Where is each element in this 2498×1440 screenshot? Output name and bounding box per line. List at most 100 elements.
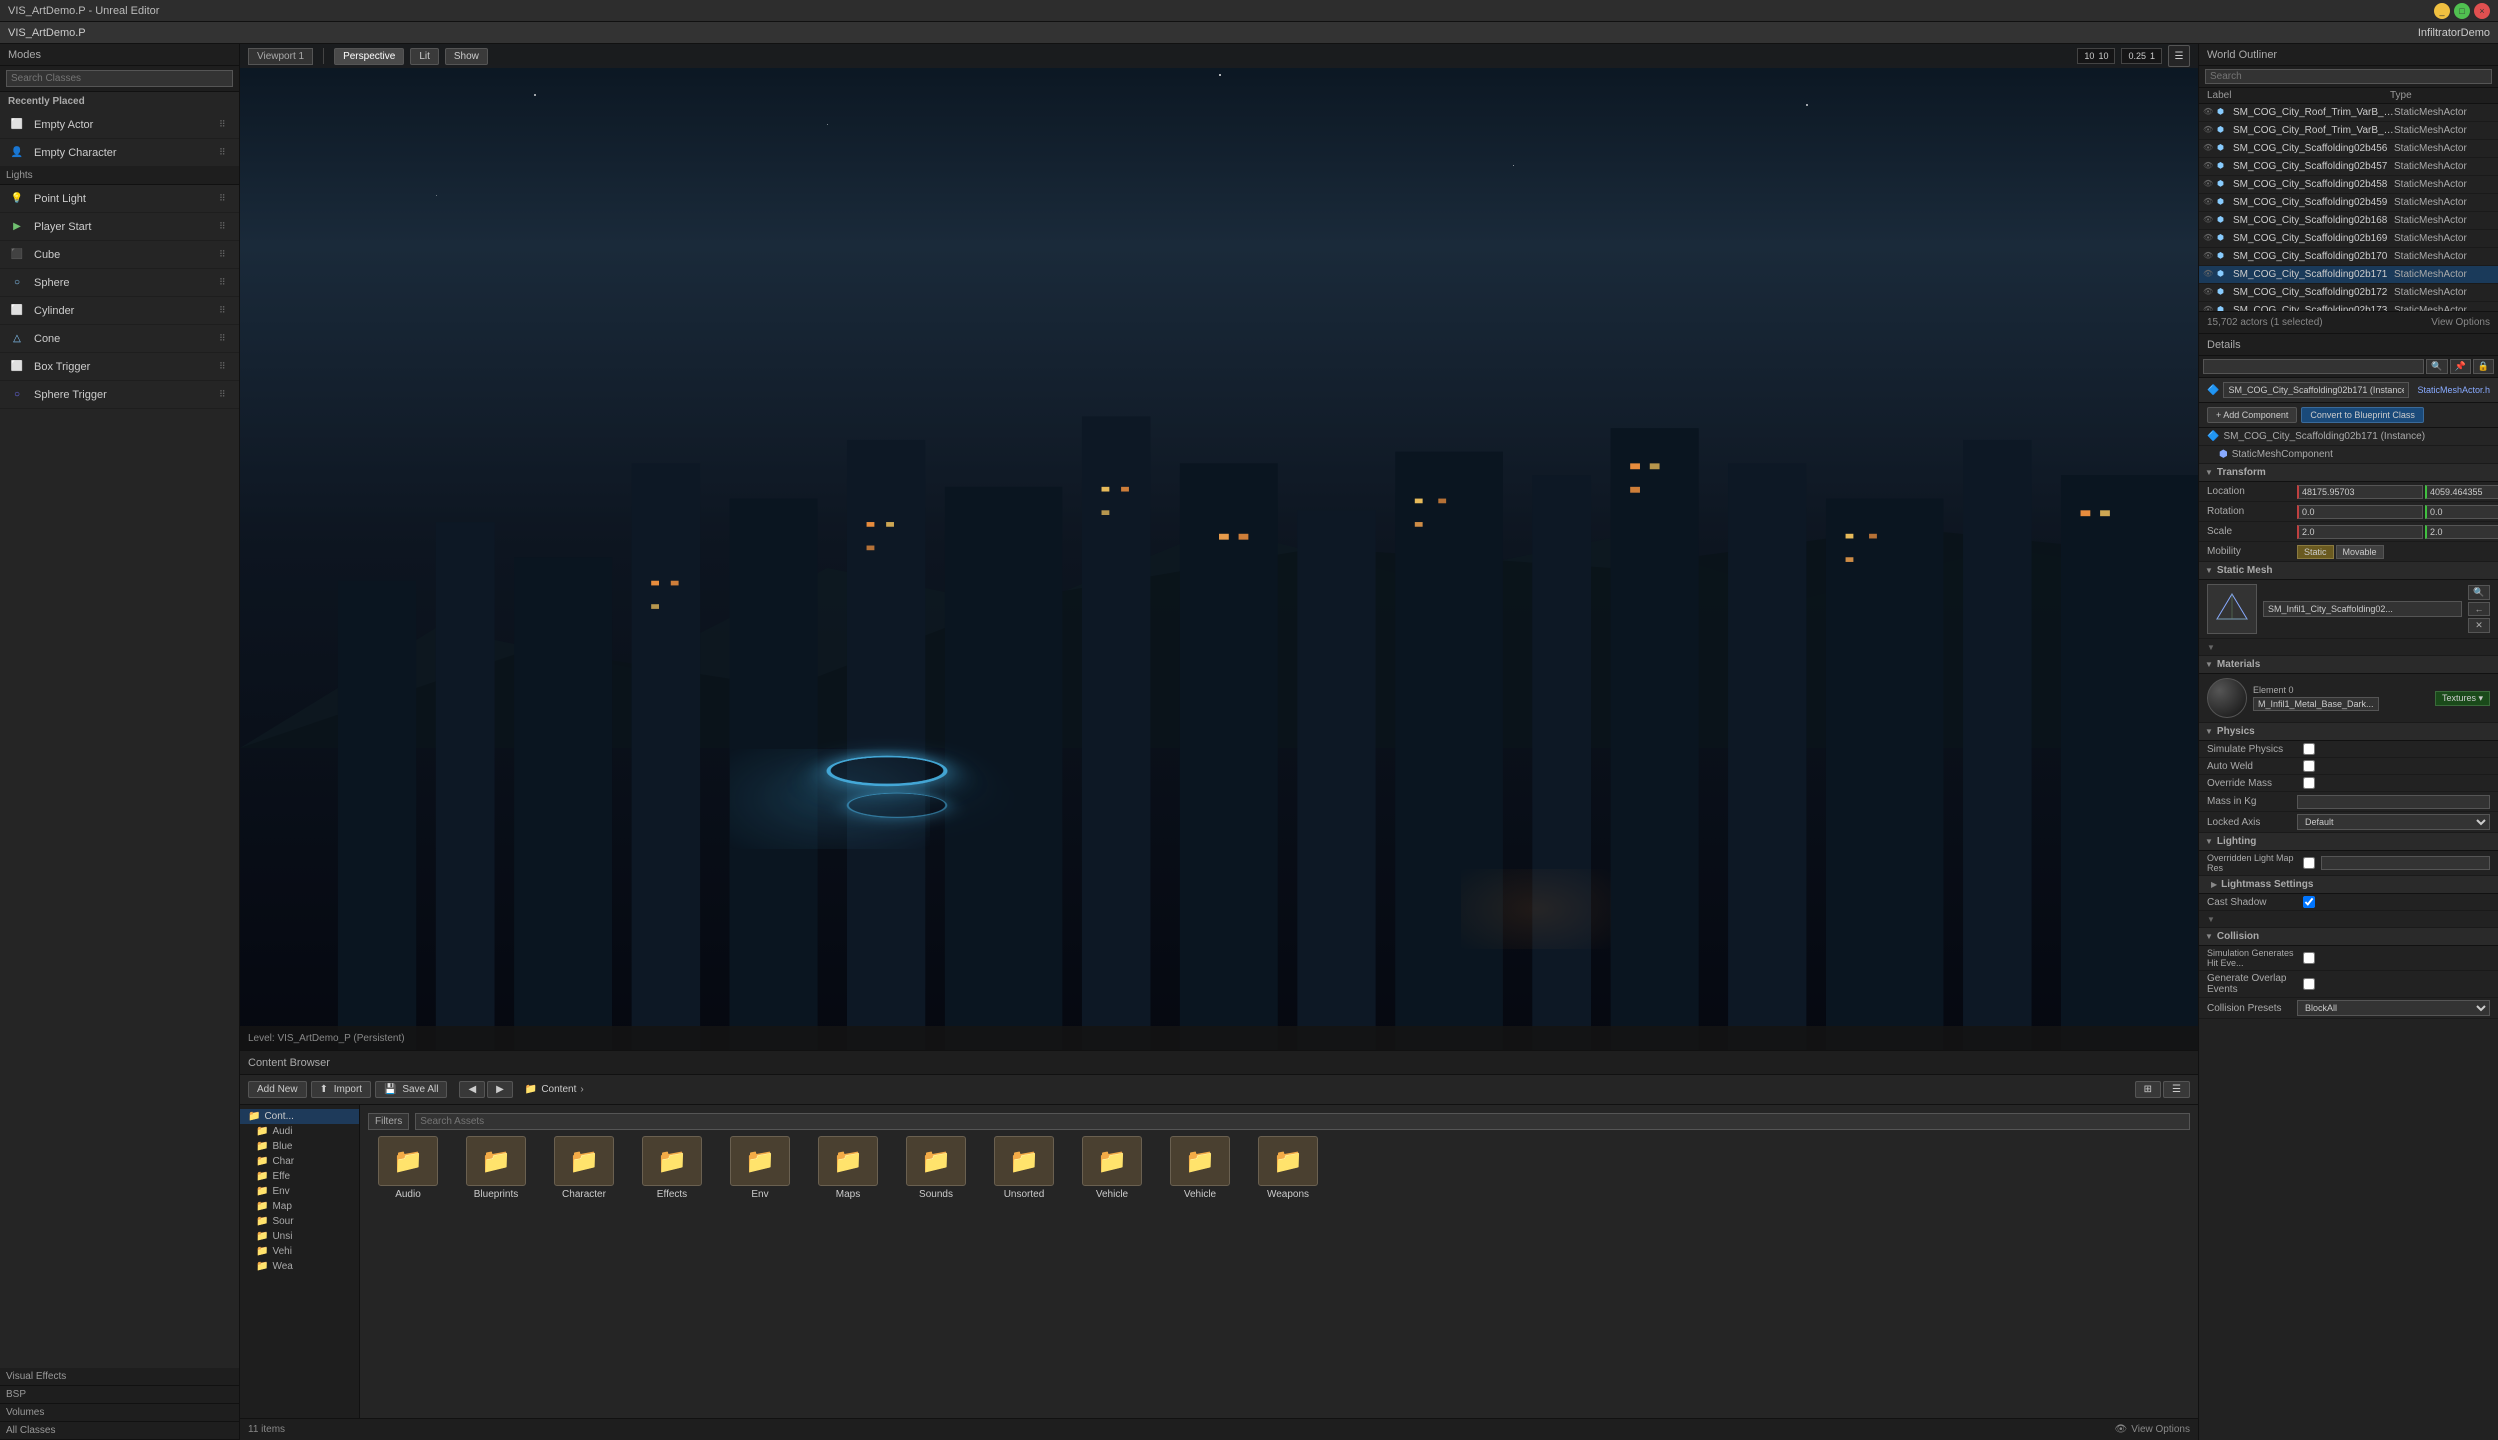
tree-item-unsorted[interactable]: 📁 Unsi	[240, 1229, 359, 1244]
tree-item-effects[interactable]: 📁 Effe	[240, 1169, 359, 1184]
viewport-tab[interactable]: Viewport 1	[248, 48, 313, 65]
folder-env[interactable]: 📁 Env	[720, 1136, 800, 1200]
place-item-cylinder[interactable]: ⬜ Cylinder ⠿	[0, 297, 239, 325]
folder-unsorted[interactable]: 📁 Unsorted	[984, 1136, 1064, 1200]
folder-effects[interactable]: 📁 Effects	[632, 1136, 712, 1200]
override-lightmap-checkbox[interactable]	[2303, 857, 2315, 869]
folder-sounds[interactable]: 📁 Sounds	[896, 1136, 976, 1200]
view-type-2[interactable]: ☰	[2163, 1081, 2190, 1098]
mesh-clear-btn[interactable]: ✕	[2468, 618, 2490, 633]
scale-x[interactable]	[2297, 525, 2423, 539]
add-new-button[interactable]: Add New	[248, 1081, 307, 1098]
drag-handle[interactable]: ⠿	[219, 389, 231, 401]
place-item-player-start[interactable]: ▶ Player Start ⠿	[0, 213, 239, 241]
place-item-empty-character[interactable]: 👤 Empty Character ⠿	[0, 139, 239, 167]
drag-handle[interactable]: ⠿	[219, 221, 231, 233]
details-pin-btn[interactable]: 📌	[2450, 359, 2471, 374]
viewport-menu-button[interactable]: ☰	[2168, 45, 2190, 67]
search-classes-input[interactable]	[6, 70, 233, 87]
place-item-cube[interactable]: ⬛ Cube ⠿	[0, 241, 239, 269]
auto-weld-checkbox[interactable]	[2303, 760, 2315, 772]
drag-handle[interactable]: ⠿	[219, 305, 231, 317]
tree-item-sounds[interactable]: 📁 Sour	[240, 1214, 359, 1229]
nav-back-button[interactable]: ◀	[459, 1081, 485, 1098]
tree-item-audio[interactable]: 📁 Audi	[240, 1124, 359, 1139]
outliner-item[interactable]: 👁 ⬢ SM_COG_City_Roof_Trim_VarB_Middle420…	[2199, 122, 2498, 140]
drag-handle[interactable]: ⠿	[219, 249, 231, 261]
outliner-item[interactable]: 👁 ⬢ SM_COG_City_Scaffolding02b168 Static…	[2199, 212, 2498, 230]
folder-vehicle[interactable]: 📁 Vehicle	[1072, 1136, 1152, 1200]
import-button[interactable]: ⬆ Import	[311, 1081, 372, 1098]
drag-handle[interactable]: ⠿	[219, 361, 231, 373]
generate-overlap-checkbox[interactable]	[2303, 978, 2315, 990]
outliner-search-input[interactable]	[2205, 69, 2492, 84]
title-bar-controls[interactable]: _ □ ×	[2434, 3, 2490, 19]
simulate-checkbox[interactable]	[2303, 743, 2315, 755]
asset-search-input[interactable]	[415, 1113, 2190, 1130]
outliner-item[interactable]: 👁 ⬢ SM_COG_City_Roof_Trim_VarB_Middle419…	[2199, 104, 2498, 122]
mesh-dropdown-arrow[interactable]: ▼	[2199, 639, 2498, 656]
static-mesh-section-header[interactable]: ▼ Static Mesh	[2199, 562, 2498, 580]
outliner-item[interactable]: 👁 ⬢ SM_COG_City_Scaffolding02b172 Static…	[2199, 284, 2498, 302]
details-search-icon-btn[interactable]: 🔍	[2426, 359, 2447, 374]
outliner-item[interactable]: 👁 ⬢ SM_COG_City_Scaffolding02b171 Static…	[2199, 266, 2498, 284]
lighting-more[interactable]: ▼	[2199, 911, 2498, 928]
details-lock-btn[interactable]: 🔒	[2473, 359, 2494, 374]
physics-section-header[interactable]: ▼ Physics	[2199, 723, 2498, 741]
folder-character[interactable]: 📁 Character	[544, 1136, 624, 1200]
materials-section-header[interactable]: ▼ Materials	[2199, 656, 2498, 674]
perspective-button[interactable]: Perspective	[334, 48, 404, 65]
view-options-label[interactable]: View Options	[2131, 1424, 2190, 1435]
convert-blueprint-button[interactable]: Convert to Blueprint Class	[2301, 407, 2424, 423]
sim-generates-checkbox[interactable]	[2303, 952, 2315, 964]
outliner-item[interactable]: 👁 ⬢ SM_COG_City_Scaffolding02b457 Static…	[2199, 158, 2498, 176]
override-mass-checkbox[interactable]	[2303, 777, 2315, 789]
place-item-cone[interactable]: △ Cone ⠿	[0, 325, 239, 353]
rotation-x[interactable]	[2297, 505, 2423, 519]
filters-button[interactable]: Filters	[368, 1113, 409, 1130]
outliner-item[interactable]: 👁 ⬢ SM_COG_City_Scaffolding02b169 Static…	[2199, 230, 2498, 248]
static-button[interactable]: Static	[2297, 545, 2334, 559]
place-item-box-trigger[interactable]: ⬜ Box Trigger ⠿	[0, 353, 239, 381]
place-item-empty-actor[interactable]: ⬜ Empty Actor ⠿	[0, 111, 239, 139]
textures-button[interactable]: Textures ▾	[2435, 691, 2490, 706]
tree-item-vehicle[interactable]: 📁 Vehi	[240, 1244, 359, 1259]
outliner-item[interactable]: 👁 ⬢ SM_COG_City_Scaffolding02b458 Static…	[2199, 176, 2498, 194]
tree-item-character[interactable]: 📁 Char	[240, 1154, 359, 1169]
cast-shadow-checkbox[interactable]	[2303, 896, 2315, 908]
collision-section-header[interactable]: ▼ Collision	[2199, 928, 2498, 946]
lightmass-section-header[interactable]: ▶ Lightmass Settings	[2199, 876, 2498, 894]
folder-audio[interactable]: 📁 Audio	[368, 1136, 448, 1200]
outliner-item[interactable]: 👁 ⬢ SM_COG_City_Scaffolding02b170 Static…	[2199, 248, 2498, 266]
rotation-y[interactable]	[2425, 505, 2498, 519]
nav-forward-button[interactable]: ▶	[487, 1081, 513, 1098]
locked-axis-select[interactable]: Default None X Y Z	[2297, 814, 2490, 830]
details-search-input[interactable]	[2203, 359, 2424, 374]
place-item-point-light[interactable]: 💡 Point Light ⠿	[0, 185, 239, 213]
folder-maps[interactable]: 📁 Maps	[808, 1136, 888, 1200]
show-button[interactable]: Show	[445, 48, 488, 65]
folder-weapons[interactable]: 📁 Weapons	[1248, 1136, 1328, 1200]
folder-vehicle2[interactable]: 📁 Vehicle	[1160, 1136, 1240, 1200]
collision-presets-select[interactable]: BlockAll NoCollision OverlapAll	[2297, 1000, 2490, 1016]
instance-name-input[interactable]	[2223, 382, 2409, 398]
mesh-browse-btn[interactable]: 🔍	[2468, 585, 2490, 600]
tree-item-content[interactable]: 📁 Cont...	[240, 1109, 359, 1124]
location-x[interactable]	[2297, 485, 2423, 499]
place-item-sphere[interactable]: ○ Sphere ⠿	[0, 269, 239, 297]
tree-item-env[interactable]: 📁 Env	[240, 1184, 359, 1199]
viewport[interactable]: Viewport 1 Perspective Lit Show 10 10 0.…	[240, 44, 2198, 1050]
maximize-button[interactable]: □	[2454, 3, 2470, 19]
outliner-item[interactable]: 👁 ⬢ SM_COG_City_Scaffolding02b459 Static…	[2199, 194, 2498, 212]
folder-blueprints[interactable]: 📁 Blueprints	[456, 1136, 536, 1200]
scale-y[interactable]	[2425, 525, 2498, 539]
minimize-button[interactable]: _	[2434, 3, 2450, 19]
component-item-instance[interactable]: 🔷 SM_COG_City_Scaffolding02b171 (Instanc…	[2199, 428, 2498, 446]
drag-handle[interactable]: ⠿	[219, 333, 231, 345]
close-button[interactable]: ×	[2474, 3, 2490, 19]
outliner-item[interactable]: 👁 ⬢ SM_COG_City_Scaffolding02b173 Static…	[2199, 302, 2498, 311]
drag-handle[interactable]: ⠿	[219, 193, 231, 205]
mass-kg-input[interactable]	[2297, 795, 2490, 809]
location-y[interactable]	[2425, 485, 2498, 499]
mesh-use-btn[interactable]: ←	[2468, 602, 2490, 616]
